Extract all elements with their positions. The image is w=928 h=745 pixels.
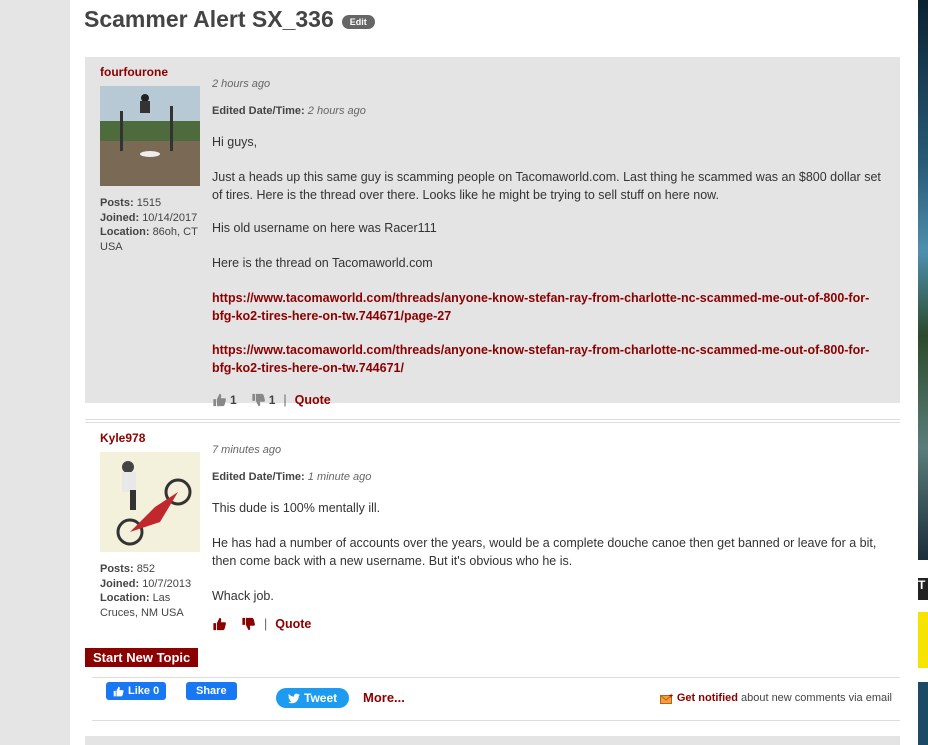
- notify-link[interactable]: + Get notified about new comments via em…: [659, 692, 892, 704]
- forum-page: Scammer Alert SX_336 Edit fourfourone Po…: [70, 0, 916, 745]
- post-author: fourfourone Posts: 1515 Joined: 10/14/20…: [100, 65, 200, 254]
- join-date: 10/7/2013: [142, 577, 192, 590]
- ad-image[interactable]: [918, 0, 928, 560]
- thumbs-down-icon: [242, 617, 255, 631]
- stat-label: Joined:: [100, 577, 140, 590]
- post-paragraph: Here is the thread on Tacomaworld.com: [212, 256, 433, 270]
- thumbs-up-icon: [213, 617, 226, 631]
- username-link[interactable]: Kyle978: [100, 431, 200, 445]
- post-content: 2 hours ago Edited Date/Time: 2 hours ag…: [212, 75, 892, 409]
- stat-label: Location:: [100, 226, 150, 238]
- avatar[interactable]: [100, 86, 200, 186]
- edited-time: 2 hours ago: [307, 105, 366, 117]
- edited-time: 1 minute ago: [307, 471, 372, 483]
- thumbs-down-icon: [252, 393, 265, 407]
- edited-label: Edited Date/Time:: [212, 471, 305, 483]
- post-paragraph: His old username on here was Racer111: [212, 221, 437, 235]
- thumbs-up-icon: [113, 686, 124, 696]
- tweet-button[interactable]: Tweet: [276, 688, 350, 708]
- post-paragraph: Hi guys,: [212, 135, 258, 149]
- share-bar: Like 0 Share Tweet More... + Get notifie…: [92, 677, 900, 721]
- thread-link[interactable]: https://www.tacomaworld.com/threads/anyo…: [212, 289, 892, 325]
- post-count: 1515: [136, 197, 162, 209]
- dislike-button[interactable]: 1: [251, 391, 276, 409]
- post-paragraph: He has had a number of accounts over the…: [212, 536, 877, 568]
- title-row: Scammer Alert SX_336 Edit: [84, 6, 375, 33]
- start-new-topic-button[interactable]: Start New Topic: [85, 648, 199, 667]
- thread-link[interactable]: https://www.tacomaworld.com/threads/anyo…: [212, 341, 892, 377]
- quote-button[interactable]: Quote: [295, 391, 331, 409]
- post-paragraph: Just a heads up this same guy is scammin…: [212, 170, 881, 202]
- post-paragraph: This dude is 100% mentally ill.: [212, 501, 381, 515]
- edited-info: Edited Date/Time: 2 hours ago: [212, 102, 892, 120]
- post-time: 2 hours ago: [212, 78, 271, 90]
- post-content: 7 minutes ago Edited Date/Time: 1 minute…: [212, 441, 892, 633]
- join-date: 10/14/2017: [142, 211, 198, 224]
- stat-label: Posts:: [100, 563, 134, 575]
- get-notified-label[interactable]: Get notified: [677, 692, 738, 704]
- stat-label: Location:: [100, 592, 150, 604]
- svg-text:+: +: [669, 693, 673, 700]
- next-section-strip: [85, 736, 900, 745]
- facebook-like-button[interactable]: Like 0: [106, 682, 167, 700]
- edited-label: Edited Date/Time:: [212, 105, 305, 117]
- post: fourfourone Posts: 1515 Joined: 10/14/20…: [85, 57, 900, 407]
- post-actions: 1 1 | Quote: [212, 391, 892, 409]
- like-button[interactable]: [212, 617, 227, 631]
- divider: |: [283, 393, 287, 407]
- email-notify-icon: +: [659, 693, 673, 704]
- twitter-bird-icon: [288, 693, 300, 703]
- divider: |: [264, 617, 268, 631]
- like-button[interactable]: 1: [212, 391, 237, 409]
- dislike-count: 1: [268, 393, 276, 407]
- stat-label: Posts:: [100, 197, 134, 209]
- tweet-label: Tweet: [304, 691, 338, 705]
- facebook-share-button[interactable]: Share: [186, 682, 237, 700]
- ad-label: T: [918, 578, 928, 600]
- post-author: Kyle978 Posts: 852 Joined: 10/7/2013 Loc…: [100, 431, 200, 620]
- like-count: 1: [230, 393, 237, 407]
- thumbs-up-icon: [213, 393, 226, 407]
- ad-image[interactable]: [918, 682, 928, 745]
- more-share-link[interactable]: More...: [363, 690, 405, 705]
- dislike-button[interactable]: [241, 617, 256, 631]
- post-time: 7 minutes ago: [212, 444, 282, 456]
- username-link[interactable]: fourfourone: [100, 65, 200, 79]
- post-paragraph: Whack job.: [212, 589, 274, 603]
- topic-title: Scammer Alert SX_336: [84, 6, 334, 32]
- ad-image[interactable]: [918, 612, 928, 668]
- post: Kyle978 Posts: 852 Joined: 10/7/2013 Loc…: [85, 419, 900, 633]
- stat-label: Joined:: [100, 211, 140, 224]
- user-stats: Posts: 1515 Joined: 10/14/2017 Location:…: [100, 196, 200, 254]
- post-actions: | Quote: [212, 615, 892, 633]
- edit-button[interactable]: Edit: [341, 14, 375, 29]
- edited-info: Edited Date/Time: 1 minute ago: [212, 468, 892, 486]
- post-count: 852: [136, 563, 156, 575]
- avatar[interactable]: [100, 452, 200, 552]
- quote-button[interactable]: Quote: [275, 615, 311, 633]
- facebook-like-label: Like 0: [128, 685, 160, 697]
- user-stats: Posts: 852 Joined: 10/7/2013 Location: L…: [100, 562, 200, 620]
- notify-description: about new comments via email: [740, 692, 892, 704]
